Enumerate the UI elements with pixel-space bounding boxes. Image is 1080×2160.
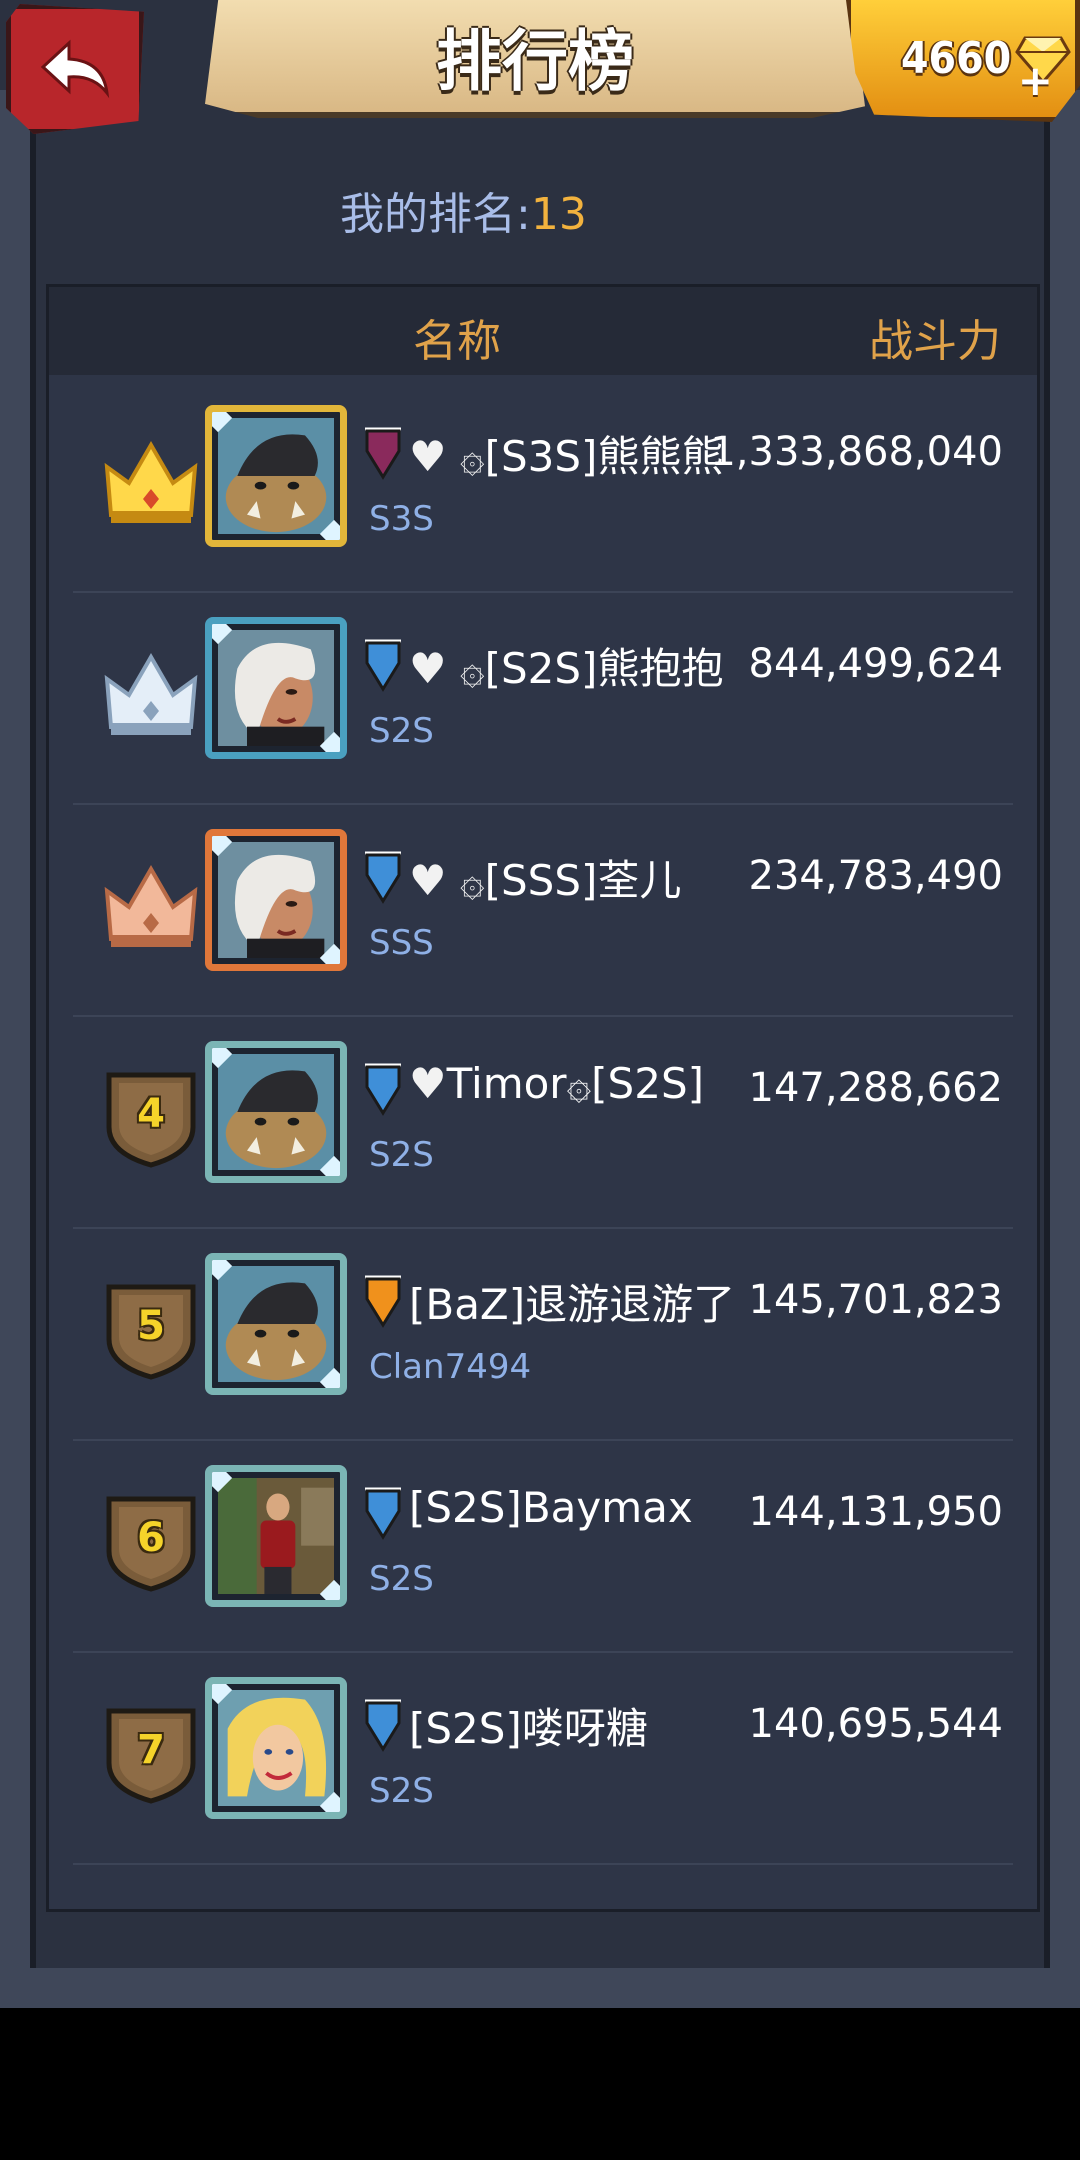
rank-badge-gold-crown-icon — [103, 433, 199, 533]
player-power: 1,333,868,040 — [710, 429, 1003, 475]
player-name-line: [BaZ]退游退游了 — [409, 1271, 735, 1332]
player-avatar[interactable] — [205, 617, 347, 759]
photo-man-avatar-icon — [218, 1478, 334, 1594]
player-name-line: [S2S]Baymax — [409, 1483, 693, 1532]
add-gems-icon[interactable]: + — [1018, 56, 1053, 105]
white-hair-woman-avatar-icon — [218, 842, 334, 958]
player-name-line: ♥ ۞[SSS]荃儿 — [409, 847, 681, 908]
player-power: 234,783,490 — [748, 853, 1003, 899]
player-clan: S2S — [369, 1135, 434, 1175]
player-power: 147,288,662 — [748, 1065, 1003, 1111]
rhino-monster-avatar-icon — [218, 418, 334, 534]
rock-frame-right — [1044, 90, 1080, 1990]
player-clan: S2S — [369, 711, 434, 751]
player-title-icons: ♥ ۞ — [409, 432, 485, 481]
player-name: Timor۞[S2S] — [446, 1059, 704, 1108]
game-screen: 排行榜 4660 + 我的排名:13 名称 战斗力 ♥ ۞[S3S]熊熊熊 S3S… — [0, 0, 1080, 2008]
rock-frame-left — [0, 90, 36, 1990]
player-avatar[interactable] — [205, 1041, 347, 1183]
rank-badge-shield-icon: 6 — [103, 1493, 199, 1593]
player-power: 844,499,624 — [748, 641, 1003, 687]
clan-flag-icon — [361, 1273, 405, 1333]
clan-flag-icon — [361, 425, 405, 485]
my-rank-value: 13 — [530, 189, 587, 240]
rank-badge-shield-icon: 7 — [103, 1705, 199, 1805]
leaderboard-panel[interactable]: 名称 战斗力 ♥ ۞[S3S]熊熊熊 S3S 1,333,868,040 ♥ ۞[S2… — [46, 284, 1040, 1912]
leaderboard-row[interactable]: 4 ♥Timor۞[S2S] S2S 147,288,662 — [73, 1015, 1013, 1229]
rank-number: 5 — [137, 1303, 165, 1349]
player-avatar[interactable] — [205, 829, 347, 971]
player-clan: Clan7494 — [369, 1347, 532, 1387]
column-power-header: 战斗力 — [869, 316, 1001, 367]
leaderboard-header: 名称 战斗力 — [49, 287, 1037, 375]
rhino-monster-avatar-icon — [218, 1054, 334, 1170]
clan-flag-icon — [361, 1061, 405, 1121]
player-clan: SSS — [369, 923, 434, 963]
player-name: [S2S]Baymax — [409, 1483, 693, 1532]
player-name-line: ♥ ۞[S2S]熊抱抱 — [409, 635, 723, 696]
leaderboard-row[interactable]: 6 [S2S]Baymax S2S 144,131,950 — [73, 1439, 1013, 1653]
player-avatar[interactable] — [205, 1465, 347, 1607]
player-title-icons: ♥ ۞ — [409, 856, 485, 905]
title-banner: 排行榜 — [205, 0, 865, 118]
my-rank: 我的排名:13 — [340, 178, 587, 242]
player-name: [SSS]荃儿 — [484, 856, 682, 905]
player-title-icons: ♥ ۞ — [409, 644, 485, 693]
column-name-header: 名称 — [413, 316, 501, 367]
player-name-line: [S2S]喽呀糖 — [409, 1695, 648, 1756]
rank-number: 4 — [137, 1091, 165, 1137]
player-name-line: ♥ ۞[S3S]熊熊熊 — [409, 423, 723, 484]
clan-flag-icon — [361, 637, 405, 697]
player-avatar[interactable] — [205, 1253, 347, 1395]
clan-flag-icon — [361, 849, 405, 909]
back-button[interactable] — [6, 4, 144, 134]
player-clan: S2S — [369, 1771, 434, 1811]
player-name: [BaZ]退游退游了 — [409, 1280, 736, 1329]
player-avatar[interactable] — [205, 1677, 347, 1819]
rank-badge-shield-icon: 5 — [103, 1281, 199, 1381]
white-hair-woman-avatar-icon — [218, 630, 334, 746]
rank-badge-silver-crown-icon — [103, 645, 199, 745]
player-clan: S2S — [369, 1559, 434, 1599]
leaderboard-row[interactable]: ♥ ۞[S2S]熊抱抱 S2S 844,499,624 — [73, 591, 1013, 805]
clan-flag-icon — [361, 1697, 405, 1757]
my-rank-label: 我的排名: — [340, 189, 531, 240]
player-clan: S3S — [369, 499, 434, 539]
leaderboard-row[interactable]: ♥ ۞[SSS]荃儿 SSS 234,783,490 — [73, 803, 1013, 1017]
blonde-woman-avatar-icon — [218, 1690, 334, 1806]
gem-count: 4660 — [901, 33, 1012, 84]
player-name: [S3S]熊熊熊 — [484, 432, 724, 481]
player-name-line: ♥Timor۞[S2S] — [409, 1059, 704, 1108]
leaderboard-row[interactable]: ♥ ۞[S3S]熊熊熊 S3S 1,333,868,040 — [73, 379, 1013, 593]
leaderboard-row[interactable]: 7 [S2S]喽呀糖 S2S 140,695,544 — [73, 1651, 1013, 1865]
rhino-monster-avatar-icon — [218, 1266, 334, 1382]
back-arrow-icon — [40, 39, 110, 99]
page-title: 排行榜 — [436, 23, 634, 100]
rank-number: 6 — [137, 1515, 165, 1561]
player-power: 145,701,823 — [748, 1277, 1003, 1323]
rank-badge-shield-icon: 4 — [103, 1069, 199, 1169]
player-avatar[interactable] — [205, 405, 347, 547]
player-power: 140,695,544 — [748, 1701, 1003, 1747]
leaderboard-row[interactable]: 5 [BaZ]退游退游了 Clan7494 145,701,823 — [73, 1227, 1013, 1441]
rock-frame-bottom — [0, 1968, 1080, 2008]
player-name: [S2S]喽呀糖 — [409, 1704, 648, 1753]
gem-counter[interactable]: 4660 + — [846, 0, 1080, 122]
rank-number: 7 — [137, 1727, 165, 1773]
clan-flag-icon — [361, 1485, 405, 1545]
player-power: 144,131,950 — [748, 1489, 1003, 1535]
rank-badge-bronze-crown-icon — [103, 857, 199, 957]
player-title-icons: ♥ — [409, 1059, 447, 1108]
player-name: [S2S]熊抱抱 — [484, 644, 724, 693]
